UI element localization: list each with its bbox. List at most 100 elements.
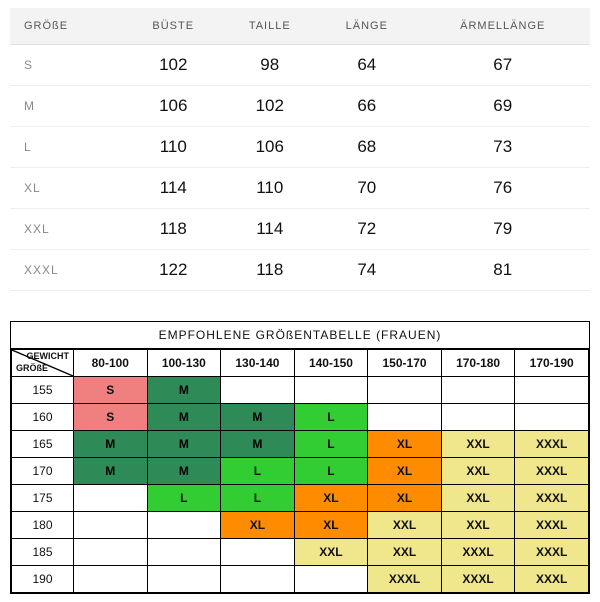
recommend-row: 185XXLXXLXXXLXXXL xyxy=(12,539,589,566)
weight-header: 170-190 xyxy=(515,350,589,377)
size-cell: XXXL xyxy=(515,566,589,593)
size-cell: M xyxy=(221,404,295,431)
recommend-row: 165MMMLXLXXLXXXL xyxy=(12,431,589,458)
cell-sleeve: 76 xyxy=(416,168,590,209)
recommend-row: 180XLXLXXLXXLXXXL xyxy=(12,512,589,539)
size-cell: XXL xyxy=(441,458,515,485)
height-label: 165 xyxy=(12,431,74,458)
cell-length: 64 xyxy=(318,45,415,86)
recommend-chart: EMPFOHLENE GRÖßENTABELLE (FRAUEN) GEWICH… xyxy=(10,321,590,594)
size-cell: XL xyxy=(368,458,442,485)
size-cell: L xyxy=(221,485,295,512)
cell-size: XXXL xyxy=(10,250,125,291)
size-cell xyxy=(221,539,295,566)
cell-length: 68 xyxy=(318,127,415,168)
height-label: 180 xyxy=(12,512,74,539)
cell-bust: 122 xyxy=(125,250,221,291)
size-cell: XXL xyxy=(368,539,442,566)
cell-sleeve: 81 xyxy=(416,250,590,291)
size-cell xyxy=(515,377,589,404)
measurements-row: XL1141107076 xyxy=(10,168,590,209)
recommend-row: 160SMML xyxy=(12,404,589,431)
size-cell: XXXL xyxy=(368,566,442,593)
measurements-row: XXXL1221187481 xyxy=(10,250,590,291)
cell-bust: 102 xyxy=(125,45,221,86)
measurements-table: GRÖßE BÜSTE TAILLE LÄNGE ÄRMELLÄNGE S102… xyxy=(10,8,590,291)
cell-length: 66 xyxy=(318,86,415,127)
cell-sleeve: 73 xyxy=(416,127,590,168)
size-cell: M xyxy=(221,431,295,458)
cell-waist: 106 xyxy=(221,127,318,168)
size-cell xyxy=(147,566,221,593)
size-cell xyxy=(147,539,221,566)
height-label: 155 xyxy=(12,377,74,404)
cell-waist: 114 xyxy=(221,209,318,250)
measurements-header-row: GRÖßE BÜSTE TAILLE LÄNGE ÄRMELLÄNGE xyxy=(10,8,590,45)
size-cell: XXXL xyxy=(515,431,589,458)
weight-header: 140-150 xyxy=(294,350,368,377)
weight-header: 80-100 xyxy=(74,350,148,377)
size-cell: XXL xyxy=(441,512,515,539)
size-cell: XL xyxy=(294,485,368,512)
measurements-row: S102986467 xyxy=(10,45,590,86)
size-cell xyxy=(368,377,442,404)
size-cell: S xyxy=(74,404,148,431)
weight-header: 100-130 xyxy=(147,350,221,377)
recommend-row: 170MMLLXLXXLXXXL xyxy=(12,458,589,485)
size-cell xyxy=(74,512,148,539)
cell-waist: 102 xyxy=(221,86,318,127)
height-label: 160 xyxy=(12,404,74,431)
weight-header: 150-170 xyxy=(368,350,442,377)
cell-size: XXL xyxy=(10,209,125,250)
size-cell xyxy=(294,377,368,404)
size-cell: XXXL xyxy=(441,566,515,593)
cell-waist: 110 xyxy=(221,168,318,209)
size-cell: L xyxy=(294,458,368,485)
size-cell xyxy=(221,566,295,593)
height-label: 185 xyxy=(12,539,74,566)
cell-size: S xyxy=(10,45,125,86)
size-cell xyxy=(74,539,148,566)
size-cell: XXXL xyxy=(441,539,515,566)
height-label: 190 xyxy=(12,566,74,593)
measurements-row: M1061026669 xyxy=(10,86,590,127)
size-cell: M xyxy=(74,458,148,485)
cell-waist: 118 xyxy=(221,250,318,291)
size-cell: M xyxy=(147,377,221,404)
size-cell: XL xyxy=(294,512,368,539)
recommend-title: EMPFOHLENE GRÖßENTABELLE (FRAUEN) xyxy=(11,322,589,349)
size-cell: S xyxy=(74,377,148,404)
recommend-table: GEWICHT GRÖßE 80-100100-130130-140140-15… xyxy=(11,349,589,593)
size-cell: L xyxy=(294,431,368,458)
col-bust: BÜSTE xyxy=(125,8,221,45)
cell-length: 74 xyxy=(318,250,415,291)
size-cell xyxy=(74,566,148,593)
cell-waist: 98 xyxy=(221,45,318,86)
weight-header: 170-180 xyxy=(441,350,515,377)
col-waist: TAILLE xyxy=(221,8,318,45)
recommend-header-row: GEWICHT GRÖßE 80-100100-130130-140140-15… xyxy=(12,350,589,377)
size-cell: L xyxy=(147,485,221,512)
size-cell xyxy=(515,404,589,431)
cell-bust: 114 xyxy=(125,168,221,209)
size-cell: XL xyxy=(221,512,295,539)
size-cell xyxy=(147,512,221,539)
size-cell xyxy=(441,404,515,431)
size-cell: XXL xyxy=(368,512,442,539)
cell-length: 70 xyxy=(318,168,415,209)
size-cell: XXL xyxy=(294,539,368,566)
size-cell: XXXL xyxy=(515,458,589,485)
size-cell xyxy=(294,566,368,593)
cell-sleeve: 67 xyxy=(416,45,590,86)
size-cell: M xyxy=(147,458,221,485)
size-cell: XXXL xyxy=(515,485,589,512)
cell-size: XL xyxy=(10,168,125,209)
size-cell: XL xyxy=(368,485,442,512)
height-label: 170 xyxy=(12,458,74,485)
measurements-row: L1101066873 xyxy=(10,127,590,168)
height-label: 175 xyxy=(12,485,74,512)
recommend-row: 155SM xyxy=(12,377,589,404)
size-cell: M xyxy=(147,431,221,458)
measurements-row: XXL1181147279 xyxy=(10,209,590,250)
size-cell: XXXL xyxy=(515,539,589,566)
